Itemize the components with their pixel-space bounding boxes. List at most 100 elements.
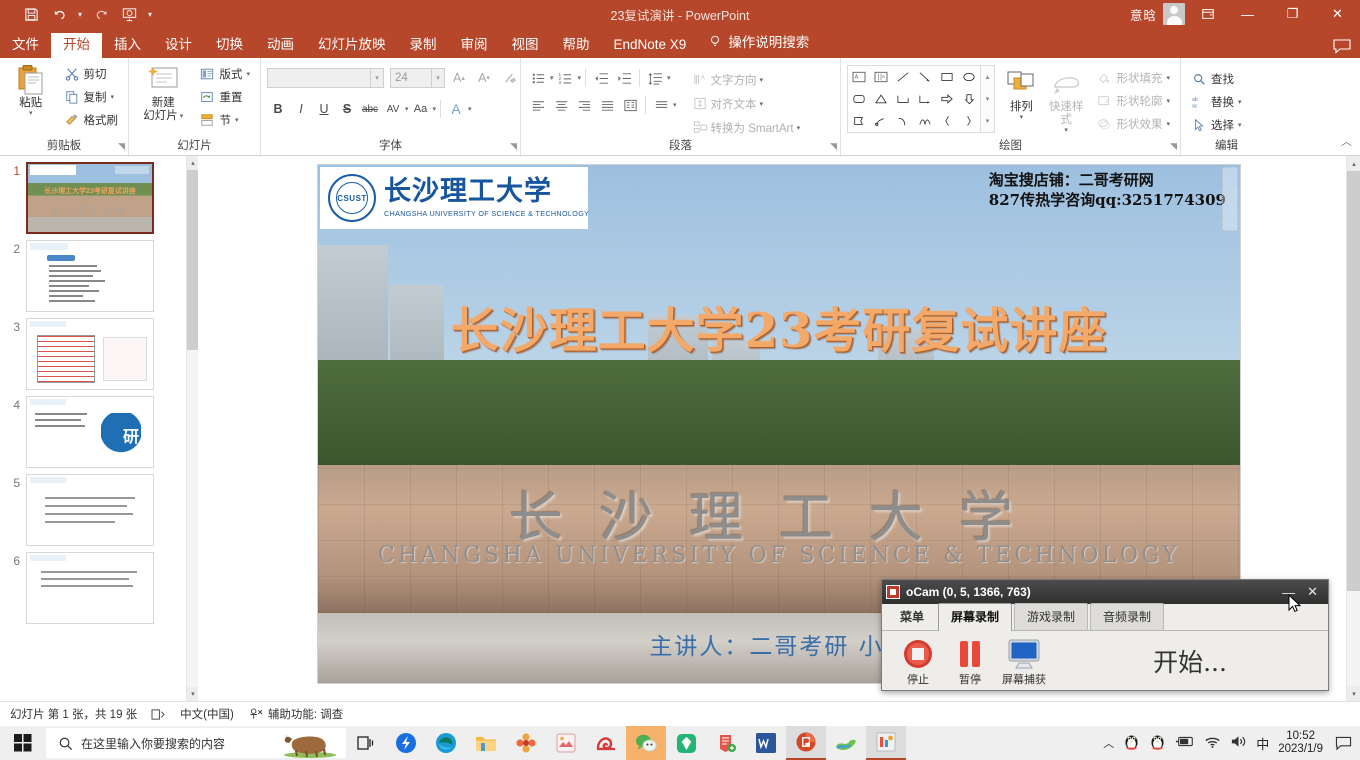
right-arrow-shape-icon[interactable] [936, 88, 958, 110]
convert-smartart-button[interactable]: 转换为 SmartArt ▾ [691, 116, 803, 139]
volume-icon[interactable] [1230, 734, 1247, 752]
edge-browser-icon[interactable] [426, 726, 466, 760]
battery-icon[interactable] [1175, 735, 1195, 751]
align-right-icon[interactable] [573, 94, 595, 116]
shapes-more-icon[interactable]: ▾ [981, 110, 994, 132]
word-icon[interactable] [746, 726, 786, 760]
flower-app-icon[interactable] [506, 726, 546, 760]
convert-smartart-dropdown-icon[interactable]: ▾ [797, 124, 801, 132]
align-center-icon[interactable] [550, 94, 572, 116]
tab-transitions[interactable]: 切换 [204, 33, 255, 59]
taskbar-search-input[interactable]: 在这里输入你要搜索的内容 [46, 728, 346, 758]
reset-button[interactable]: 重置 [195, 86, 254, 108]
language-label[interactable]: 中文(中国) [180, 706, 234, 722]
font-color-button[interactable]: A [445, 98, 467, 120]
align-text-dropdown-icon[interactable]: ▾ [760, 100, 764, 108]
shape-outline-dropdown-icon[interactable]: ▾ [1166, 97, 1170, 105]
section-button[interactable]: 节 ▾ [195, 109, 254, 131]
tab-slideshow[interactable]: 幻灯片放映 [306, 33, 398, 59]
arrange-button[interactable]: 排列 ▾ [1003, 65, 1040, 122]
underline-button[interactable]: U [313, 98, 335, 120]
numbered-list-icon[interactable]: 123 [555, 67, 577, 89]
arc-shape-icon[interactable] [914, 110, 936, 132]
bullet-list-icon[interactable] [527, 67, 549, 89]
font-name-input[interactable] [267, 68, 371, 88]
text-columns-icon[interactable] [650, 94, 672, 116]
tab-insert[interactable]: 插入 [102, 33, 153, 59]
increase-font-size-icon[interactable]: A ▴ [448, 67, 470, 89]
ocam-tab-screen-record[interactable]: 屏幕录制 [938, 603, 1013, 631]
ocam-window[interactable]: oCam (0, 5, 1366, 763) — ✕ 菜单 屏幕录制 游戏录制 … [881, 579, 1329, 691]
select-button[interactable]: 选择 ▾ [1187, 114, 1246, 136]
tab-view[interactable]: 视图 [500, 33, 551, 59]
slide-title-text[interactable]: 长沙理工大学23考研复试讲座 [318, 291, 1240, 361]
clipboard-dialog-launcher[interactable]: ◥ [118, 141, 125, 152]
curve-shape-icon[interactable] [892, 110, 914, 132]
seafile-icon[interactable] [826, 726, 866, 760]
wifi-icon[interactable] [1204, 735, 1221, 752]
qq-penguin-icon-2[interactable] [1149, 732, 1166, 754]
tab-review[interactable]: 审阅 [449, 33, 500, 59]
tab-home[interactable]: 开始 [51, 32, 102, 58]
character-spacing-button[interactable]: AV [382, 98, 404, 120]
ocam-tab-audio-record[interactable]: 音频录制 [1090, 603, 1165, 630]
slide-scroll-down-icon[interactable]: ▾ [1347, 686, 1360, 701]
new-slide-dropdown-icon[interactable]: ▾ [180, 113, 184, 121]
textbox-shape-icon[interactable]: A [848, 66, 870, 88]
paragraph-dialog-launcher[interactable]: ◥ [830, 141, 837, 152]
shapes-gallery-scrollbar[interactable]: ▴ ▾ ▾ [980, 66, 994, 132]
rectangle-shape-icon[interactable] [936, 66, 958, 88]
select-dropdown-icon[interactable]: ▾ [1238, 121, 1242, 129]
windows-start-icon[interactable] [0, 726, 46, 760]
copy-dropdown-icon[interactable]: ▾ [111, 93, 115, 101]
triangle-shape-icon[interactable] [870, 88, 892, 110]
qq-penguin-icon-1[interactable] [1123, 732, 1140, 754]
paste-dropdown-icon[interactable]: ▾ [29, 110, 33, 118]
redo-icon[interactable] [88, 2, 114, 26]
shape-effects-dropdown-icon[interactable]: ▾ [1166, 120, 1170, 128]
ribbon-display-options-icon[interactable] [1191, 0, 1225, 28]
left-brace-icon[interactable] [936, 110, 958, 132]
align-left-icon[interactable] [527, 94, 549, 116]
notification-icon[interactable] [1332, 732, 1354, 754]
right-brace-icon[interactable] [958, 110, 980, 132]
character-spacing-dropdown-icon[interactable]: ▾ [405, 105, 409, 113]
columns-icon[interactable] [619, 94, 641, 116]
new-slide-button[interactable]: 新建 幻灯片 ▾ [135, 61, 191, 123]
layout-button[interactable]: 版式 ▾ [195, 63, 254, 85]
tab-record[interactable]: 录制 [398, 33, 449, 59]
collapse-ribbon-icon[interactable]: ︿ [1341, 133, 1352, 149]
down-arrow-shape-icon[interactable] [958, 88, 980, 110]
thumbnail-slide-5[interactable]: 5 [0, 468, 186, 546]
tab-design[interactable]: 设计 [153, 33, 204, 59]
taskbar-clock[interactable]: 10:52 2023/1/9 [1278, 730, 1323, 756]
elbow-arrow-connector-icon[interactable] [914, 88, 936, 110]
thumbnail-slide-4[interactable]: 4 研 [0, 390, 186, 468]
note-app-icon[interactable] [706, 726, 746, 760]
ocam-pause-button[interactable]: 暂停 [944, 637, 996, 687]
drawing-dialog-launcher[interactable]: ◥ [1170, 141, 1177, 152]
decrease-font-size-icon[interactable]: A ▾ [473, 67, 495, 89]
ocam-tab-menu[interactable]: 菜单 [888, 604, 936, 630]
chevron-up-icon[interactable]: ︿ [1103, 735, 1114, 751]
font-size-dropdown-icon[interactable]: ▾ [432, 68, 445, 88]
font-color-dropdown-icon[interactable]: ▾ [468, 105, 472, 113]
thumbnail-slide-3[interactable]: 3 [0, 312, 186, 390]
ime-indicator[interactable]: 中 [1256, 734, 1269, 753]
layout-dropdown-icon[interactable]: ▾ [246, 70, 250, 78]
thumbnail-slide-6[interactable]: 6 [0, 546, 186, 624]
freeform-shape-icon[interactable] [870, 110, 892, 132]
slideshow-icon[interactable] [116, 2, 142, 26]
notes-icon[interactable] [151, 708, 166, 721]
undo-dropdown-icon[interactable]: ▾ [74, 10, 86, 19]
rounded-rect-shape-icon[interactable] [848, 88, 870, 110]
slide-placeholder-box[interactable] [1222, 167, 1238, 231]
photo-app-icon[interactable] [546, 726, 586, 760]
youdao-icon[interactable] [666, 726, 706, 760]
tell-me-search[interactable]: 操作说明搜索 [698, 26, 819, 58]
copy-button[interactable]: 复制 ▾ [60, 86, 123, 108]
arrow-shape-icon[interactable] [914, 66, 936, 88]
ocam-tab-game-record[interactable]: 游戏录制 [1014, 603, 1089, 630]
quick-styles-dropdown-icon[interactable]: ▾ [1064, 127, 1068, 135]
shape-fill-dropdown-icon[interactable]: ▾ [1166, 74, 1170, 82]
